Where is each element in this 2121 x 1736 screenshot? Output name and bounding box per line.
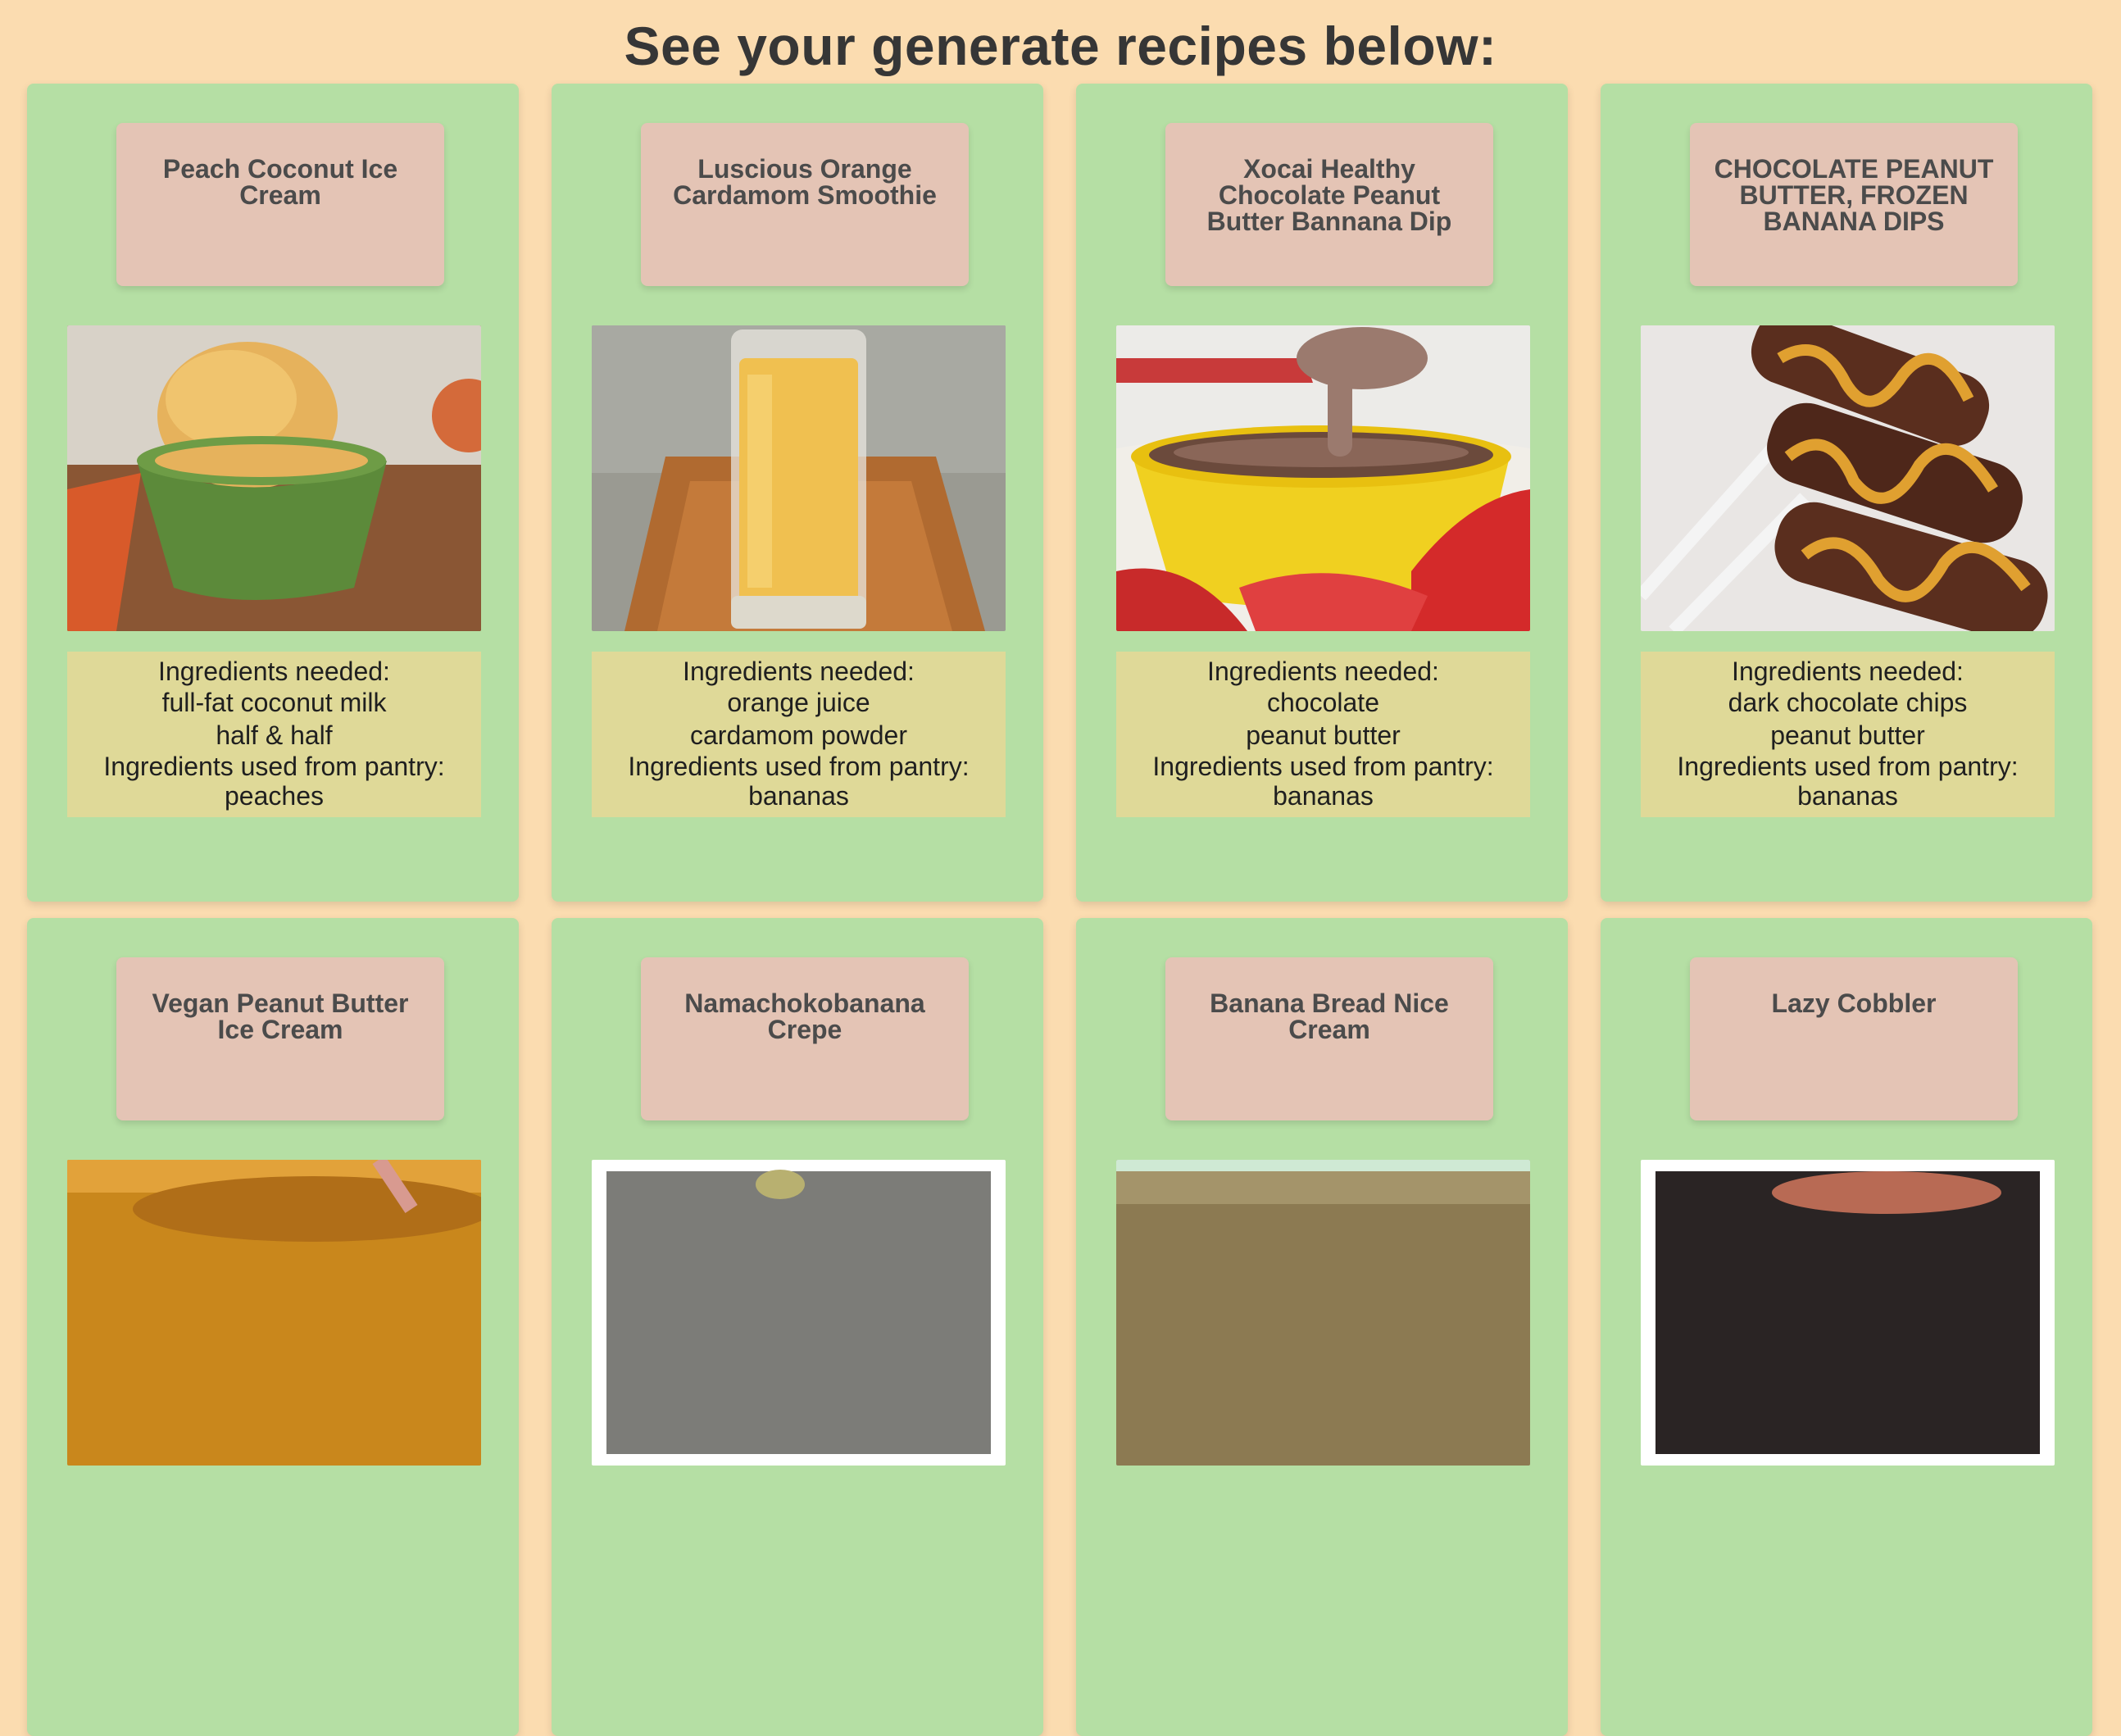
ingredient-item: dark chocolate chips [1728,688,1968,717]
crepe-icon [592,1160,1006,1466]
recipe-image[interactable] [1116,325,1530,631]
pantry-label: Ingredients used from pantry: [628,752,970,781]
recipe-image[interactable] [1641,325,2055,631]
ingredient-item: full-fat coconut milk [161,688,387,717]
ingredients-needed-label: Ingredients needed: [1207,657,1439,686]
ingredient-item: peanut butter [1246,720,1401,750]
recipe-card[interactable]: Banana Bread Nice Cream [1076,918,1568,1736]
recipe-title[interactable]: CHOCOLATE PEANUT BUTTER, FROZEN BANANA D… [1690,123,2018,286]
recipe-card[interactable]: Xocai Healthy Chocolate Peanut Butter Ba… [1076,84,1568,902]
ingredient-item: peanut butter [1770,720,1925,750]
dip-bowl-icon [1116,325,1530,631]
pantry-label: Ingredients used from pantry: [1677,752,2019,781]
ice-cream-bowl-icon [67,325,481,631]
pantry-label: Ingredients used from pantry: [1152,752,1494,781]
recipe-title[interactable]: Peach Coconut Ice Cream [116,123,444,286]
recipe-card[interactable]: Luscious Orange Cardamom Smoothie Ingred… [552,84,1043,902]
recipe-grid: Peach Coconut Ice Cream Ingredients need… [27,84,2096,1736]
recipe-title[interactable]: Namachokobanana Crepe [641,957,969,1120]
ingredient-item: cardamom powder [690,720,907,750]
ingredient-item: half & half [216,720,333,750]
ingredient-item: orange juice [727,688,870,717]
pantry-item: bananas [1797,781,1898,811]
ingredients-needed-label: Ingredients needed: [1732,657,1964,686]
recipe-image[interactable] [592,325,1006,631]
recipe-title[interactable]: Banana Bread Nice Cream [1165,957,1493,1120]
recipe-title[interactable]: Xocai Healthy Chocolate Peanut Butter Ba… [1165,123,1493,286]
ingredients-panel: Ingredients needed: dark chocolate chips… [1641,652,2055,817]
nice-cream-icon [1116,1160,1530,1466]
recipe-title[interactable]: Lazy Cobbler [1690,957,2018,1120]
ingredients-panel: Ingredients needed: full-fat coconut mil… [67,652,481,817]
page-title: See your generate recipes below: [624,16,1497,76]
ice-cream-icon [67,1160,481,1466]
recipe-image[interactable] [67,325,481,631]
recipe-image[interactable] [67,1160,481,1466]
pantry-item: peaches [225,781,324,811]
cobbler-icon [1641,1160,2055,1466]
recipe-card[interactable]: CHOCOLATE PEANUT BUTTER, FROZEN BANANA D… [1601,84,2092,902]
recipe-image[interactable] [1116,1160,1530,1466]
pantry-item: bananas [748,781,849,811]
ingredients-needed-label: Ingredients needed: [158,657,390,686]
ingredient-item: chocolate [1267,688,1379,717]
banana-pops-icon [1641,325,2055,631]
recipe-title[interactable]: Luscious Orange Cardamom Smoothie [641,123,969,286]
recipe-card[interactable]: Peach Coconut Ice Cream Ingredients need… [27,84,519,902]
recipe-card[interactable]: Vegan Peanut Butter Ice Cream [27,918,519,1736]
ingredients-panel: Ingredients needed: orange juice cardamo… [592,652,1006,817]
ingredients-panel: Ingredients needed: chocolate peanut but… [1116,652,1530,817]
recipe-card[interactable]: Lazy Cobbler [1601,918,2092,1736]
recipe-image[interactable] [592,1160,1006,1466]
pantry-item: bananas [1273,781,1374,811]
smoothie-glass-icon [592,325,1006,631]
recipe-card[interactable]: Namachokobanana Crepe [552,918,1043,1736]
recipe-title[interactable]: Vegan Peanut Butter Ice Cream [116,957,444,1120]
recipe-image[interactable] [1641,1160,2055,1466]
ingredients-needed-label: Ingredients needed: [683,657,915,686]
pantry-label: Ingredients used from pantry: [103,752,445,781]
